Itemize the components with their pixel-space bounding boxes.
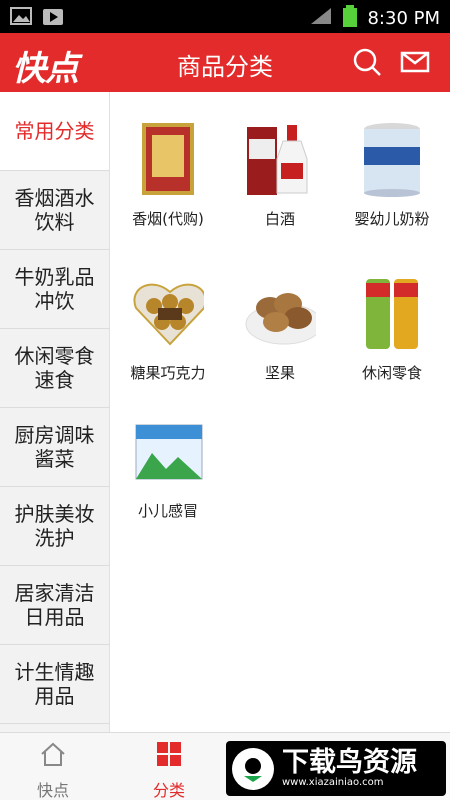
watermark-bird-icon [232,747,274,790]
search-icon [353,48,381,76]
category-cigarettes[interactable]: 香烟(代购) [112,120,224,229]
chocolate-box-image [132,274,204,352]
status-bar: 8:30 PM [0,0,450,33]
sidebar-item-dairy[interactable]: 牛奶乳品冲饮 [0,250,109,329]
status-time: 8:30 PM [367,8,440,29]
sidebar-item-snacks[interactable]: 休闲零食速食 [0,329,109,408]
sidebar-item-kitchen[interactable]: 厨房调味酱菜 [0,408,109,487]
category-snacks[interactable]: 休闲零食 [336,274,448,383]
formula-can-image [356,120,428,198]
sidebar-item-tobacco-drinks[interactable]: 香烟酒水饮料 [0,171,109,250]
watermark-title: 下载鸟资源 [282,746,417,778]
nuts-bowl-image [244,274,316,352]
watermark-url: www.xiazainiao.com [282,776,384,788]
baijiu-bottle-image [244,120,316,198]
cigarette-pack-image [132,120,204,198]
signal-icon [309,6,333,31]
sidebar-item-skincare[interactable]: 护肤美妆洗护 [0,487,109,566]
app-header: 快点 商品分类 [0,33,450,92]
category-baijiu[interactable]: 白酒 [224,120,336,229]
play-store-icon [42,6,64,30]
category-candy-chocolate[interactable]: 糖果巧克力 [112,274,224,383]
gallery-icon [10,6,32,30]
chips-can-image [356,274,428,352]
tab-category[interactable]: 分类 [124,741,214,801]
grid-icon [157,742,181,766]
sidebar-item-common[interactable]: 常用分类 [0,92,109,171]
search-button[interactable] [352,47,384,79]
category-child-cold-medicine[interactable]: 小儿感冒 [112,412,224,521]
battery-icon [343,5,358,32]
sidebar-item-household[interactable]: 居家清洁日用品 [0,566,109,645]
mail-icon [400,51,430,73]
tab-home[interactable]: 快点 [8,741,98,801]
sidebar-item-family-planning[interactable]: 计生情趣用品 [0,645,109,724]
category-sidebar: 常用分类 香烟酒水饮料 牛奶乳品冲饮 休闲零食速食 厨房调味酱菜 护肤美妆洗护 … [0,92,110,732]
watermark-overlay: 下载鸟资源 www.xiazainiao.com [226,741,446,796]
message-button[interactable] [400,47,432,79]
home-icon [41,742,65,766]
medicine-box-image [132,412,204,490]
category-nuts[interactable]: 坚果 [224,274,336,383]
category-infant-formula[interactable]: 婴幼儿奶粉 [336,120,448,229]
